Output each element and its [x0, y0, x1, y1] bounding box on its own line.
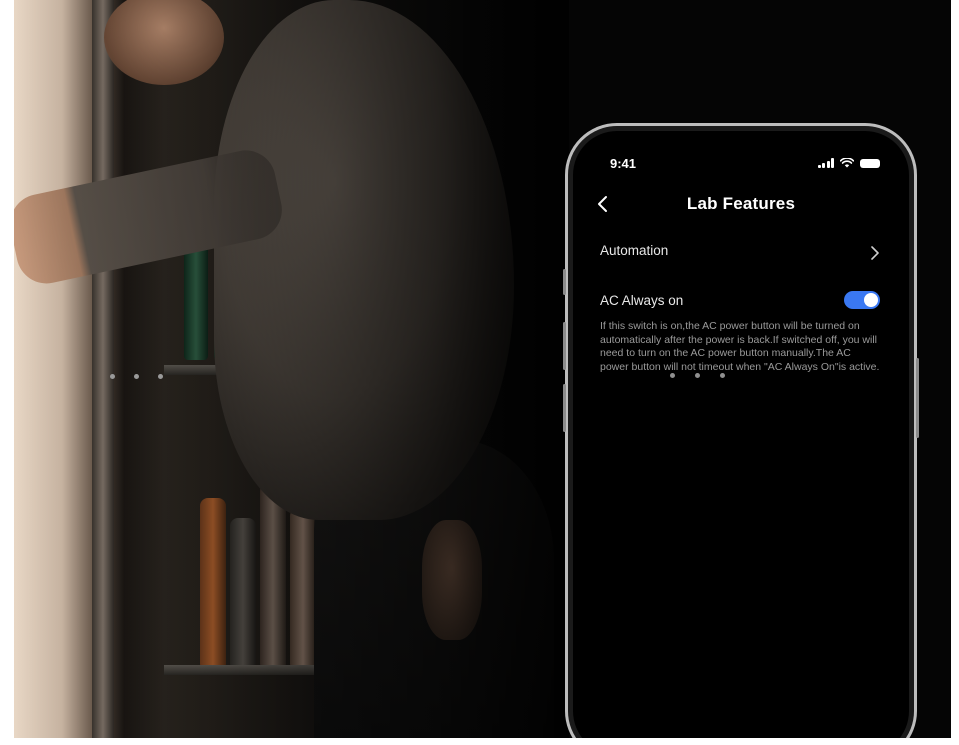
overlay-dot — [695, 373, 700, 378]
ac-always-on-toggle[interactable] — [844, 291, 880, 309]
ac-always-on-label: AC Always on — [600, 293, 684, 308]
automation-row[interactable]: Automation — [600, 242, 880, 266]
overlay-dot — [720, 373, 725, 378]
toggle-knob — [864, 293, 878, 307]
status-time: 9:41 — [610, 156, 637, 171]
chevron-right-icon — [871, 246, 879, 260]
ac-always-on-row: AC Always on — [600, 291, 880, 316]
phone-side-button — [563, 384, 566, 432]
phone-side-button — [563, 269, 566, 295]
ac-always-on-description: If this switch is on,the AC power button… — [600, 320, 880, 373]
automation-label: Automation — [600, 243, 669, 258]
battery-icon — [860, 159, 880, 168]
pager-dot[interactable] — [134, 374, 139, 379]
pager-dot[interactable] — [110, 374, 115, 379]
pager-dot[interactable] — [158, 374, 163, 379]
phone-side-button — [563, 322, 566, 370]
overlay-dots — [670, 373, 725, 378]
promo-frame: 9:41 Lab Features Automation AC Always o… — [14, 0, 951, 738]
overlay-dot — [670, 373, 675, 378]
signal-icon — [817, 158, 834, 168]
wifi-icon — [840, 158, 854, 168]
pager-dots — [110, 374, 163, 379]
background-photo — [14, 0, 569, 738]
phone-side-button — [916, 358, 919, 438]
photo-shade — [14, 0, 569, 738]
status-icons — [817, 158, 880, 168]
nav-bar: Lab Features — [568, 190, 914, 220]
phone-mockup: 9:41 Lab Features Automation AC Always o… — [563, 123, 919, 738]
page-title: Lab Features — [686, 194, 796, 213]
